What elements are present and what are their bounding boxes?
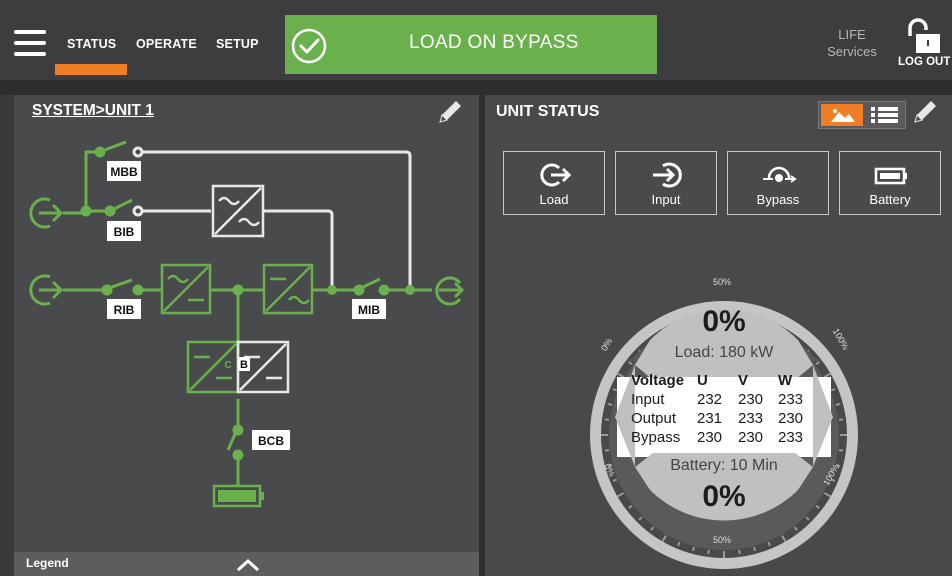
breadcrumb[interactable]: SYSTEM>UNIT 1	[32, 102, 154, 120]
ups-app: STATUS OPERATE SETUP LOAD ON BYPASS LIFE…	[0, 0, 952, 576]
active-tab-indicator	[55, 64, 127, 75]
legend-bar[interactable]: Legend	[14, 552, 479, 576]
charger-c-label: C	[224, 360, 231, 371]
u-header: U	[697, 372, 708, 389]
bypass-u: 230	[697, 429, 722, 446]
scale-label-upper-left: 0%	[599, 336, 614, 352]
gauge-tick	[838, 418, 844, 421]
edit-pencil-icon[interactable]	[435, 97, 465, 127]
bypass-converter-icon	[211, 184, 265, 238]
gauge-tick	[604, 418, 610, 421]
gauge-tick	[691, 546, 695, 552]
battery-percent: 0%	[702, 480, 745, 513]
system-diagram-panel: MBB BIB RIB MIB BCB C B SYSTEM>UNIT 1 Le…	[14, 95, 479, 576]
gauge-tick	[604, 449, 610, 452]
converter-b-label: B	[240, 359, 248, 371]
life-services-line2: Services	[827, 44, 877, 59]
menu-icon[interactable]	[14, 30, 46, 56]
bypass-w: 233	[778, 429, 803, 446]
load-percent: 0%	[702, 305, 745, 338]
input-u: 232	[697, 391, 722, 408]
rib-label: RIB	[114, 303, 135, 317]
input-arrow-icon	[29, 197, 64, 306]
life-services-link[interactable]: LIFE Services	[822, 26, 882, 60]
output-row-name: Output	[631, 410, 677, 427]
gauge-tick	[612, 478, 618, 482]
scale-label-top: 50%	[713, 277, 731, 287]
tab-setup[interactable]: SETUP	[216, 37, 259, 51]
w-header: W	[778, 372, 793, 389]
scale-label-bottom: 50%	[713, 535, 731, 545]
gauge-tick	[838, 449, 844, 452]
top-bar: STATUS OPERATE SETUP LOAD ON BYPASS LIFE…	[0, 0, 952, 80]
check-circle-icon	[291, 28, 327, 64]
output-u: 231	[697, 410, 722, 427]
gauge-tick	[830, 388, 836, 392]
battery-label: Battery: 10 Min	[670, 457, 778, 474]
life-services-line1: LIFE	[838, 27, 866, 42]
mbb-line	[142, 150, 412, 290]
input-w: 233	[778, 391, 803, 408]
bcb-label: BCB	[258, 434, 284, 448]
gauge-tick	[835, 402, 841, 406]
battery-icon	[212, 484, 264, 508]
input-v: 230	[738, 391, 763, 408]
input-row-name: Input	[631, 391, 665, 408]
output-v: 233	[738, 410, 763, 427]
unit-status-gauge: 50% 0% 100% 0% 100% 50% 0% Load: 180 kW …	[590, 277, 858, 569]
voltage-header: Voltage	[631, 372, 684, 389]
output-arrow-icon	[435, 276, 465, 306]
gauge-tick	[753, 546, 757, 552]
chevron-up-icon[interactable]	[234, 556, 262, 574]
v-header: V	[738, 372, 748, 389]
system-one-line-diagram: MBB BIB RIB MIB BCB C B	[29, 140, 465, 508]
gauge-tick	[767, 541, 771, 547]
gauge-tick	[707, 549, 710, 555]
logout-button[interactable]: LOG OUT	[898, 56, 950, 68]
inverter-icon	[262, 263, 314, 315]
mbb-label: MBB	[110, 165, 138, 179]
status-banner: LOAD ON BYPASS	[285, 15, 657, 74]
scale-label-upper-right: 100%	[831, 327, 851, 352]
status-banner-text: LOAD ON BYPASS	[409, 32, 579, 53]
tab-operate[interactable]: OPERATE	[136, 37, 197, 51]
output-w: 230	[778, 410, 803, 427]
load-label: Load: 180 kW	[675, 344, 775, 361]
bypass-row-name: Bypass	[631, 429, 680, 446]
bypass-v: 230	[738, 429, 763, 446]
unlocked-lock-icon[interactable]	[902, 18, 942, 54]
gauge-tick	[607, 402, 613, 406]
legend-label: Legend	[26, 556, 69, 570]
rectifier-icon	[160, 263, 212, 315]
unit-status-panel: UNIT STATUS Load Input Bypass Battery 50…	[485, 95, 952, 576]
header-divider	[0, 80, 952, 95]
gauge-tick	[738, 549, 741, 555]
tab-status[interactable]: STATUS	[67, 37, 116, 51]
mib-label: MIB	[358, 303, 380, 317]
gauge-tick	[677, 541, 681, 547]
bib-label: BIB	[114, 225, 135, 239]
gauge-tick	[612, 388, 618, 392]
